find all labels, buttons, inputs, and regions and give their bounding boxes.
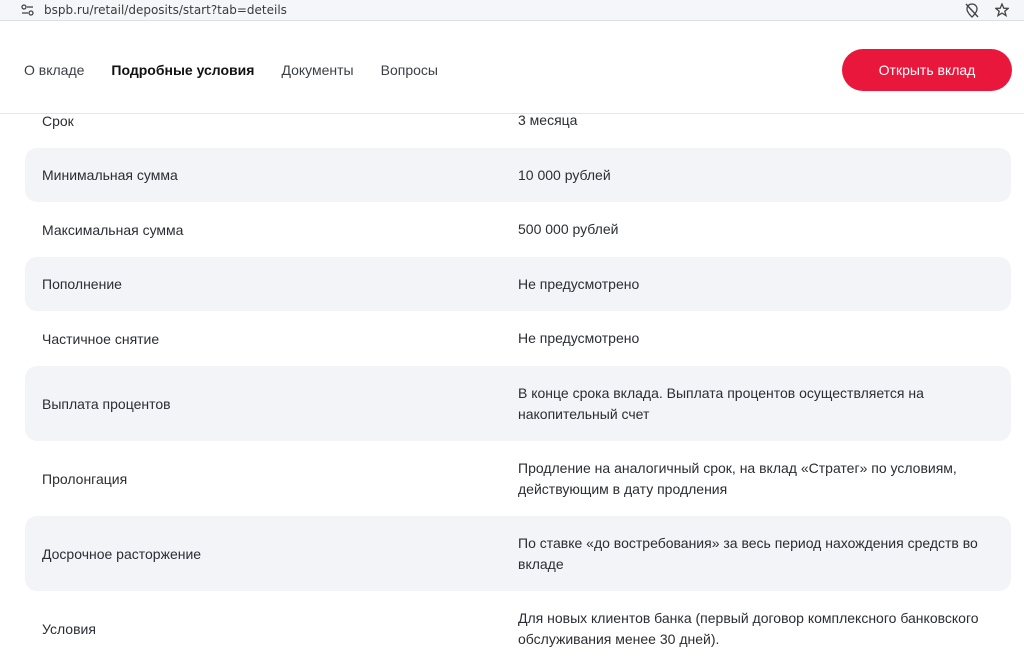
condition-value: 10 000 рублей — [518, 166, 611, 183]
tab-documents[interactable]: Документы — [281, 62, 353, 78]
bookmark-star-icon[interactable] — [994, 2, 1010, 18]
condition-label: Срок — [42, 112, 74, 129]
condition-value: Продление на аналогичный срок, на вклад … — [518, 459, 957, 497]
condition-row-early-termination: Досрочное расторжение По ставке «до вост… — [25, 516, 1011, 591]
condition-label: Досрочное расторжение — [42, 545, 202, 562]
condition-row-partial-withdrawal: Частичное снятие Не предусмотрено — [25, 311, 1011, 366]
condition-row-min-amount: Минимальная сумма 10 000 рублей — [25, 148, 1011, 202]
location-blocked-icon[interactable] — [964, 2, 980, 18]
open-deposit-button[interactable]: Открыть вклад — [842, 49, 1012, 91]
tab-about[interactable]: О вкладе — [24, 62, 84, 78]
condition-value: Не предусмотрено — [518, 275, 640, 292]
condition-value: 500 000 рублей — [518, 221, 619, 237]
condition-label: Частичное снятие — [42, 330, 160, 347]
condition-row-prolongation: Пролонгация Продление на аналогичный сро… — [25, 441, 1011, 516]
tab-detailed-conditions[interactable]: Подробные условия — [111, 62, 254, 78]
condition-row-replenishment: Пополнение Не предусмотрено — [25, 257, 1011, 311]
condition-label: Минимальная сумма — [42, 167, 178, 183]
condition-row-interest-payment: Выплата процентов В конце срока вклада. … — [25, 366, 1011, 441]
site-settings-icon[interactable] — [20, 3, 34, 17]
condition-label: Условия — [42, 620, 96, 637]
condition-row-term: Срок 3 месяца — [25, 93, 1011, 148]
condition-label: Максимальная сумма — [42, 221, 184, 238]
condition-label: Выплата процентов — [42, 395, 171, 412]
condition-value: Для новых клиентов банка (первый договор… — [518, 609, 979, 647]
conditions-table: Срок 3 месяца Минимальная сумма 10 000 р… — [25, 93, 1011, 666]
condition-value: 3 месяца — [518, 112, 578, 128]
condition-row-max-amount: Максимальная сумма 500 000 рублей — [25, 202, 1011, 257]
condition-value: По ставке «до востребования» за весь пер… — [518, 534, 978, 572]
tab-questions[interactable]: Вопросы — [381, 62, 438, 78]
condition-value: Не предусмотрено — [518, 330, 640, 346]
url-text[interactable]: bspb.ru/retail/deposits/start?tab=deteil… — [44, 3, 287, 17]
browser-address-bar[interactable]: bspb.ru/retail/deposits/start?tab=deteil… — [0, 0, 1024, 21]
condition-label: Пролонгация — [42, 470, 128, 487]
condition-label: Пополнение — [42, 276, 122, 292]
tab-bar: О вкладе Подробные условия Документы Воп… — [24, 62, 438, 78]
condition-value: В конце срока вклада. Выплата процентов … — [518, 384, 924, 422]
